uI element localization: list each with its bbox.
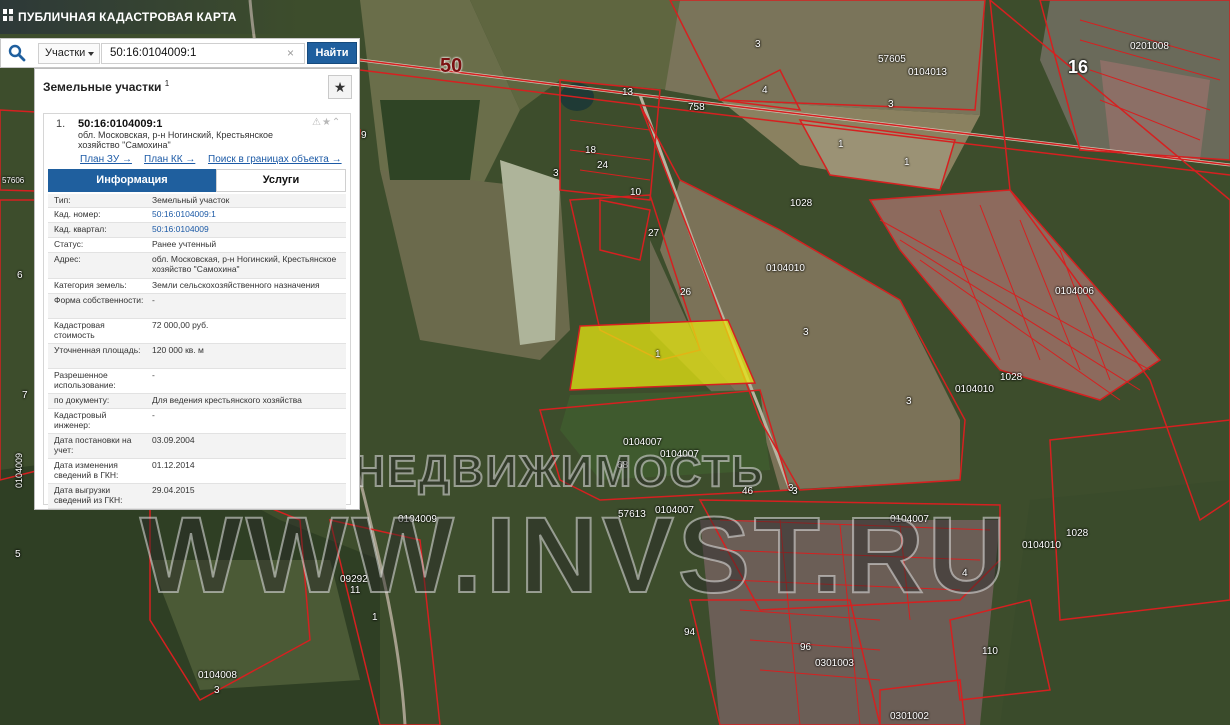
search-type-label: Участки [45,47,86,59]
result-card: 1. 50:16:0104009:1 ⚠★⌃ обл. Московская, … [43,113,351,509]
map-label: 3 [755,39,761,50]
map-label: 27 [648,228,660,239]
property-row: Разрешенное использование: - [48,369,346,394]
map-label: 3 [553,168,559,179]
property-row: Адрес: обл. Московская, р-н Ногинский, Кр… [48,253,346,279]
clear-icon[interactable]: × [287,47,294,59]
property-row: Форма собственности: - [48,294,346,319]
map-label: 3 [906,396,912,407]
search-bar: Участки 50:16:0104009:1 × Найти [0,38,360,68]
map-label: 26 [680,287,692,298]
map-label: 3 [888,99,894,110]
map-label: 0301002 [890,711,929,722]
map-label: 0104013 [908,67,947,78]
map-label: 0104010 [1022,540,1061,551]
map-label: 1028 [1000,372,1023,383]
map-label: 1028 [790,198,813,209]
property-row: Категория земель: Земли сельскохозяйствен… [48,279,346,294]
panel-title: Земельные участки 1 [43,79,170,94]
map-label: 7 [22,390,28,401]
favorite-button[interactable]: ★ [328,75,352,99]
map-label: 3 [803,327,809,338]
property-row: Статус: Ранее учтенный [48,238,346,253]
app-title: ПУБЛИЧНАЯ КАДАСТРОВАЯ КАРТА [18,10,237,24]
property-row: Тип: Земельный участок [48,194,346,208]
results-panel: Земельные участки 1 ★ 1. 50:16:0104009:1… [34,68,360,510]
item-cadastral-id[interactable]: 50:16:0104009:1 [78,118,162,130]
map-label: 0104006 [1055,286,1094,297]
property-row: Кад. номер: 50:16:0104009:1 [48,208,346,223]
item-status-icons[interactable]: ⚠★⌃ [312,117,341,128]
tab-info[interactable]: Информация [48,169,216,192]
property-row: Кад. квартал: 50:16:0104009 [48,223,346,238]
map-label: 0104008 [198,670,237,681]
map-label: 10 [630,187,642,198]
cadastral-quarter-link[interactable]: 50:16:0104009 [152,224,342,235]
cadastral-number-link[interactable]: 50:16:0104009:1 [152,209,342,220]
map-label: 24 [597,160,609,171]
search-input[interactable]: 50:16:0104009:1 [101,43,305,64]
map-label: 1 [904,157,910,168]
map-label: 4 [762,85,768,96]
map-label: 6 [17,270,23,281]
map-label: 110 [982,646,998,657]
map-label: 758 [688,102,705,113]
property-row: Уточненная площадь: 120 000 кв. м [48,344,346,369]
map-label: 3 [214,685,220,696]
map-label: 1 [655,349,661,360]
map-label: 0301003 [815,658,854,669]
map-label: 16 [1068,57,1089,77]
app-logo-icon [3,9,13,21]
search-icon[interactable] [8,44,26,62]
map-label: 94 [684,627,696,638]
map-label: 18 [585,145,597,156]
map-label: 57605 [878,54,906,65]
property-row: Дата выгрузки сведений из ГКН: 29.04.2015 [48,484,346,509]
search-type-select[interactable]: Участки [38,43,100,64]
plan-zu-link[interactable]: План ЗУ → [80,154,132,165]
item-address: обл. Московская, р-н Ногинский, Крестьян… [78,130,274,150]
map-label: 1028 [1066,528,1089,539]
map-label: 96 [800,642,812,653]
map-label: 0104010 [766,263,805,274]
region-label: 50 [440,55,463,77]
map-label: 57606 [2,176,25,185]
map-label: 13 [622,87,634,98]
tab-services[interactable]: Услуги [216,169,346,192]
property-row: Дата постановки на учет: 03.09.2004 [48,434,346,459]
property-row: Дата изменения сведений в ГКН: 01.12.2014 [48,459,346,484]
property-row: Кадастровый инженер: - [48,409,346,434]
map-label: 0201008 [1130,41,1169,52]
watermark-url: WWW.INVST.RU [139,493,1010,616]
plan-kk-link[interactable]: План КК → [144,154,195,165]
map-label: 1 [838,139,844,150]
map-label: 9 [361,130,367,141]
map-label: 5 [15,549,21,560]
item-number: 1. [56,118,66,130]
results-count: 1 [164,79,170,88]
search-in-bounds-link[interactable]: Поиск в границах объекта → [208,154,342,165]
find-button[interactable]: Найти [307,42,357,64]
map-label: 0104009 [14,452,24,488]
selected-parcel [569,319,757,391]
chevron-down-icon [88,52,94,56]
properties-table: Тип: Земельный участок Кад. номер: 50:16:0… [48,194,346,509]
property-row: Кадастровая стоимость 72 000,00 руб. [48,319,346,344]
property-row: по документу: Для ведения крестьянского х… [48,394,346,409]
map-label: 0104010 [955,384,994,395]
app-header: ПУБЛИЧНАЯ КАДАСТРОВАЯ КАРТА [0,0,300,34]
